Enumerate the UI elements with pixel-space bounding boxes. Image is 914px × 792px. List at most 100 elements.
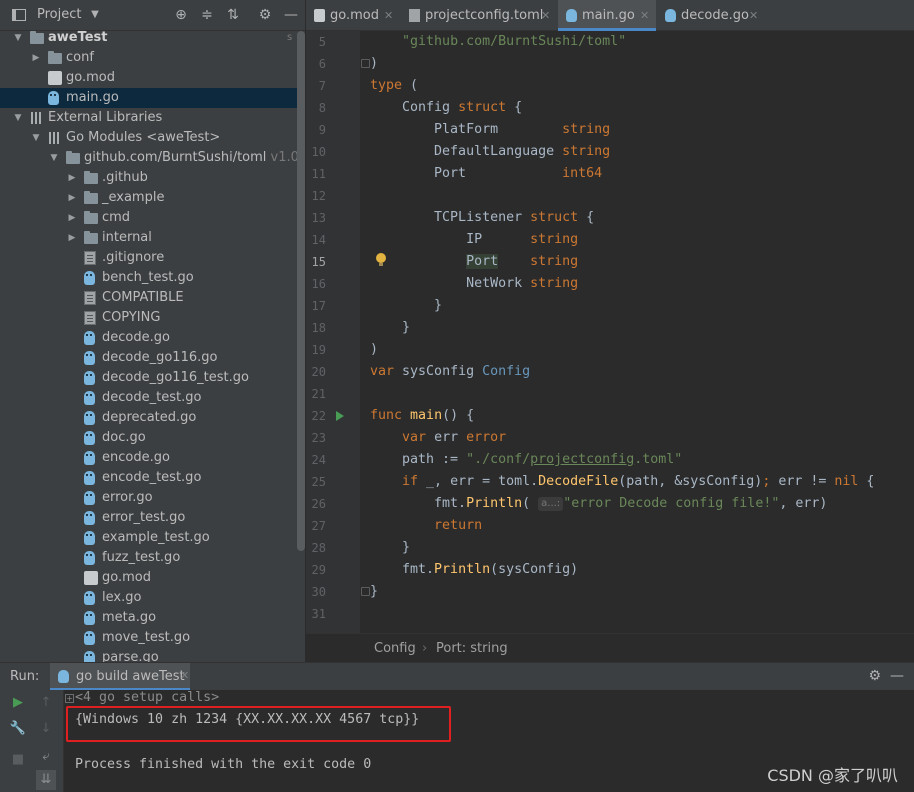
down-arrow-icon[interactable]: ↓ bbox=[36, 719, 56, 739]
tree-item[interactable]: ▶ _example bbox=[0, 188, 297, 208]
tree-item[interactable]: main.go bbox=[0, 88, 297, 108]
chevron-down-icon[interactable]: ▼ bbox=[30, 128, 42, 148]
tree-item-label: COMPATIBLE bbox=[102, 290, 184, 305]
tree-item[interactable]: decode.go bbox=[0, 328, 297, 348]
expand-all-icon[interactable]: ≑ bbox=[198, 6, 216, 24]
run-label: Run: bbox=[10, 669, 40, 684]
soft-wrap-icon[interactable]: ⤶ bbox=[36, 747, 56, 767]
tree-item[interactable]: deprecated.go bbox=[0, 408, 297, 428]
go-file-icon bbox=[48, 91, 59, 105]
gear-icon[interactable]: ⚙ bbox=[868, 668, 881, 684]
tree-item[interactable]: decode_go116.go bbox=[0, 348, 297, 368]
tree-item[interactable]: COMPATIBLE bbox=[0, 288, 297, 308]
libraries-icon bbox=[30, 111, 44, 125]
tree-item[interactable]: bench_test.go bbox=[0, 268, 297, 288]
module-file-icon bbox=[314, 9, 325, 22]
collapsed-setup-calls[interactable]: <4 go setup calls> bbox=[75, 690, 219, 705]
run-gutter-icon[interactable] bbox=[336, 411, 344, 421]
close-icon[interactable]: ✕ bbox=[640, 0, 649, 31]
line-number: 31 bbox=[311, 607, 326, 621]
tree-item-label: deprecated.go bbox=[102, 410, 197, 425]
go-file-icon bbox=[84, 631, 95, 645]
line-number: 23 bbox=[311, 431, 326, 445]
fold-marker-icon[interactable] bbox=[361, 59, 370, 68]
tab-main-go[interactable]: main.go ✕ bbox=[558, 0, 656, 31]
breadcrumb-item-config[interactable]: Config bbox=[374, 634, 416, 663]
tree-item[interactable]: encode.go bbox=[0, 448, 297, 468]
tree-item[interactable]: decode_go116_test.go bbox=[0, 368, 297, 388]
tree-item[interactable]: ▶ .github bbox=[0, 168, 297, 188]
scroll-to-end-icon[interactable]: ⇊ bbox=[36, 770, 56, 790]
tree-item[interactable]: .gitignore bbox=[0, 248, 297, 268]
project-tree-scrollbar[interactable] bbox=[297, 31, 305, 551]
tab-projectconfig-toml[interactable]: projectconfig.toml ✕ bbox=[401, 0, 557, 31]
code-line-6: ) bbox=[370, 56, 379, 71]
tree-item[interactable]: error.go bbox=[0, 488, 297, 508]
chevron-right-icon[interactable]: ▶ bbox=[66, 188, 78, 208]
up-arrow-icon[interactable]: ↑ bbox=[36, 693, 56, 713]
chevron-right-icon[interactable]: ▶ bbox=[66, 208, 78, 228]
tree-item[interactable]: ▼ External Libraries bbox=[0, 108, 297, 128]
locate-icon[interactable]: ⊕ bbox=[172, 6, 190, 24]
rerun-icon[interactable]: ▶ bbox=[8, 693, 28, 713]
code-editor[interactable]: "github.com/BurntSushi/toml" ) type ( Co… bbox=[360, 31, 914, 633]
wrench-icon[interactable]: 🔧 bbox=[8, 719, 28, 739]
chevron-down-icon[interactable]: ▼ bbox=[48, 148, 60, 168]
gear-icon[interactable]: ⚙ bbox=[256, 6, 274, 24]
tree-item[interactable]: go.mod bbox=[0, 568, 297, 588]
chevron-right-icon[interactable]: ▶ bbox=[30, 48, 42, 68]
go-file-icon bbox=[84, 351, 95, 365]
close-icon[interactable]: ✕ bbox=[541, 0, 550, 31]
chevron-right-icon[interactable]: ▶ bbox=[66, 168, 78, 188]
tree-item[interactable]: COPYING bbox=[0, 308, 297, 328]
close-icon[interactable]: ✕ bbox=[749, 0, 758, 31]
chevron-down-icon[interactable]: ▼ bbox=[12, 28, 24, 48]
project-view-selector[interactable]: Project bbox=[37, 7, 81, 22]
line-number: 13 bbox=[311, 211, 326, 225]
tree-item-label: fuzz_test.go bbox=[102, 550, 181, 565]
tree-item[interactable]: ▶ conf bbox=[0, 48, 297, 68]
minimize-icon[interactable]: — bbox=[282, 6, 300, 24]
tab-decode-go[interactable]: decode.go ✕ bbox=[657, 0, 763, 31]
watermark: CSDN @家了叭叭 bbox=[767, 766, 898, 785]
line-number: 28 bbox=[311, 541, 326, 555]
tree-item[interactable]: ▼ github.com/BurntSushi/toml v1.0.0 bbox=[0, 148, 305, 168]
chevron-down-icon[interactable]: ▼ bbox=[12, 108, 24, 128]
tree-item-label: github.com/BurntSushi/toml v1.0.0 bbox=[84, 148, 305, 168]
tree-item[interactable]: fuzz_test.go bbox=[0, 548, 297, 568]
tree-item[interactable]: encode_test.go bbox=[0, 468, 297, 488]
tree-item[interactable]: lex.go bbox=[0, 588, 297, 608]
stop-icon[interactable]: ■ bbox=[8, 750, 28, 770]
tree-item[interactable]: parse.go bbox=[0, 648, 297, 662]
expand-calls-icon[interactable]: + bbox=[65, 694, 74, 703]
lightbulb-icon[interactable] bbox=[376, 253, 386, 267]
tree-item[interactable]: error_test.go bbox=[0, 508, 297, 528]
run-tab-go-build[interactable]: go build aweTest ✕ bbox=[50, 663, 190, 691]
tree-item[interactable]: move_test.go bbox=[0, 628, 297, 648]
close-icon[interactable]: ✕ bbox=[384, 0, 393, 31]
breadcrumb-item-port[interactable]: Port: string bbox=[436, 634, 508, 663]
tree-item[interactable]: example_test.go bbox=[0, 528, 297, 548]
tree-item[interactable]: ▶ internal bbox=[0, 228, 297, 248]
chevron-right-icon[interactable]: ▶ bbox=[66, 228, 78, 248]
line-number: 19 bbox=[311, 343, 326, 357]
collapse-all-icon[interactable]: ⇅ bbox=[224, 6, 242, 24]
tree-item[interactable]: doc.go bbox=[0, 428, 297, 448]
chevron-down-icon[interactable]: ▼ bbox=[86, 6, 104, 24]
tree-item[interactable]: ▼ Go Modules <aweTest> bbox=[0, 128, 297, 148]
tree-item[interactable]: decode_test.go bbox=[0, 388, 297, 408]
go-file-icon bbox=[84, 371, 95, 385]
text-file-icon bbox=[84, 311, 96, 325]
close-icon[interactable]: ✕ bbox=[180, 669, 189, 682]
code-line-18: } bbox=[370, 320, 411, 335]
tab-go-mod[interactable]: go.mod ✕ bbox=[306, 0, 400, 31]
tree-item[interactable]: go.mod bbox=[0, 68, 297, 88]
fold-marker-icon[interactable] bbox=[361, 587, 370, 596]
line-number: 9 bbox=[318, 123, 326, 137]
tree-item[interactable]: ▶ cmd bbox=[0, 208, 297, 228]
minimize-icon[interactable]: — bbox=[890, 668, 904, 684]
tree-item-label: internal bbox=[102, 230, 152, 245]
tree-item[interactable]: meta.go bbox=[0, 608, 297, 628]
tree-item[interactable]: ▼ aweTest s bbox=[0, 28, 297, 48]
code-line-29: fmt.Println(sysConfig) bbox=[370, 562, 579, 577]
